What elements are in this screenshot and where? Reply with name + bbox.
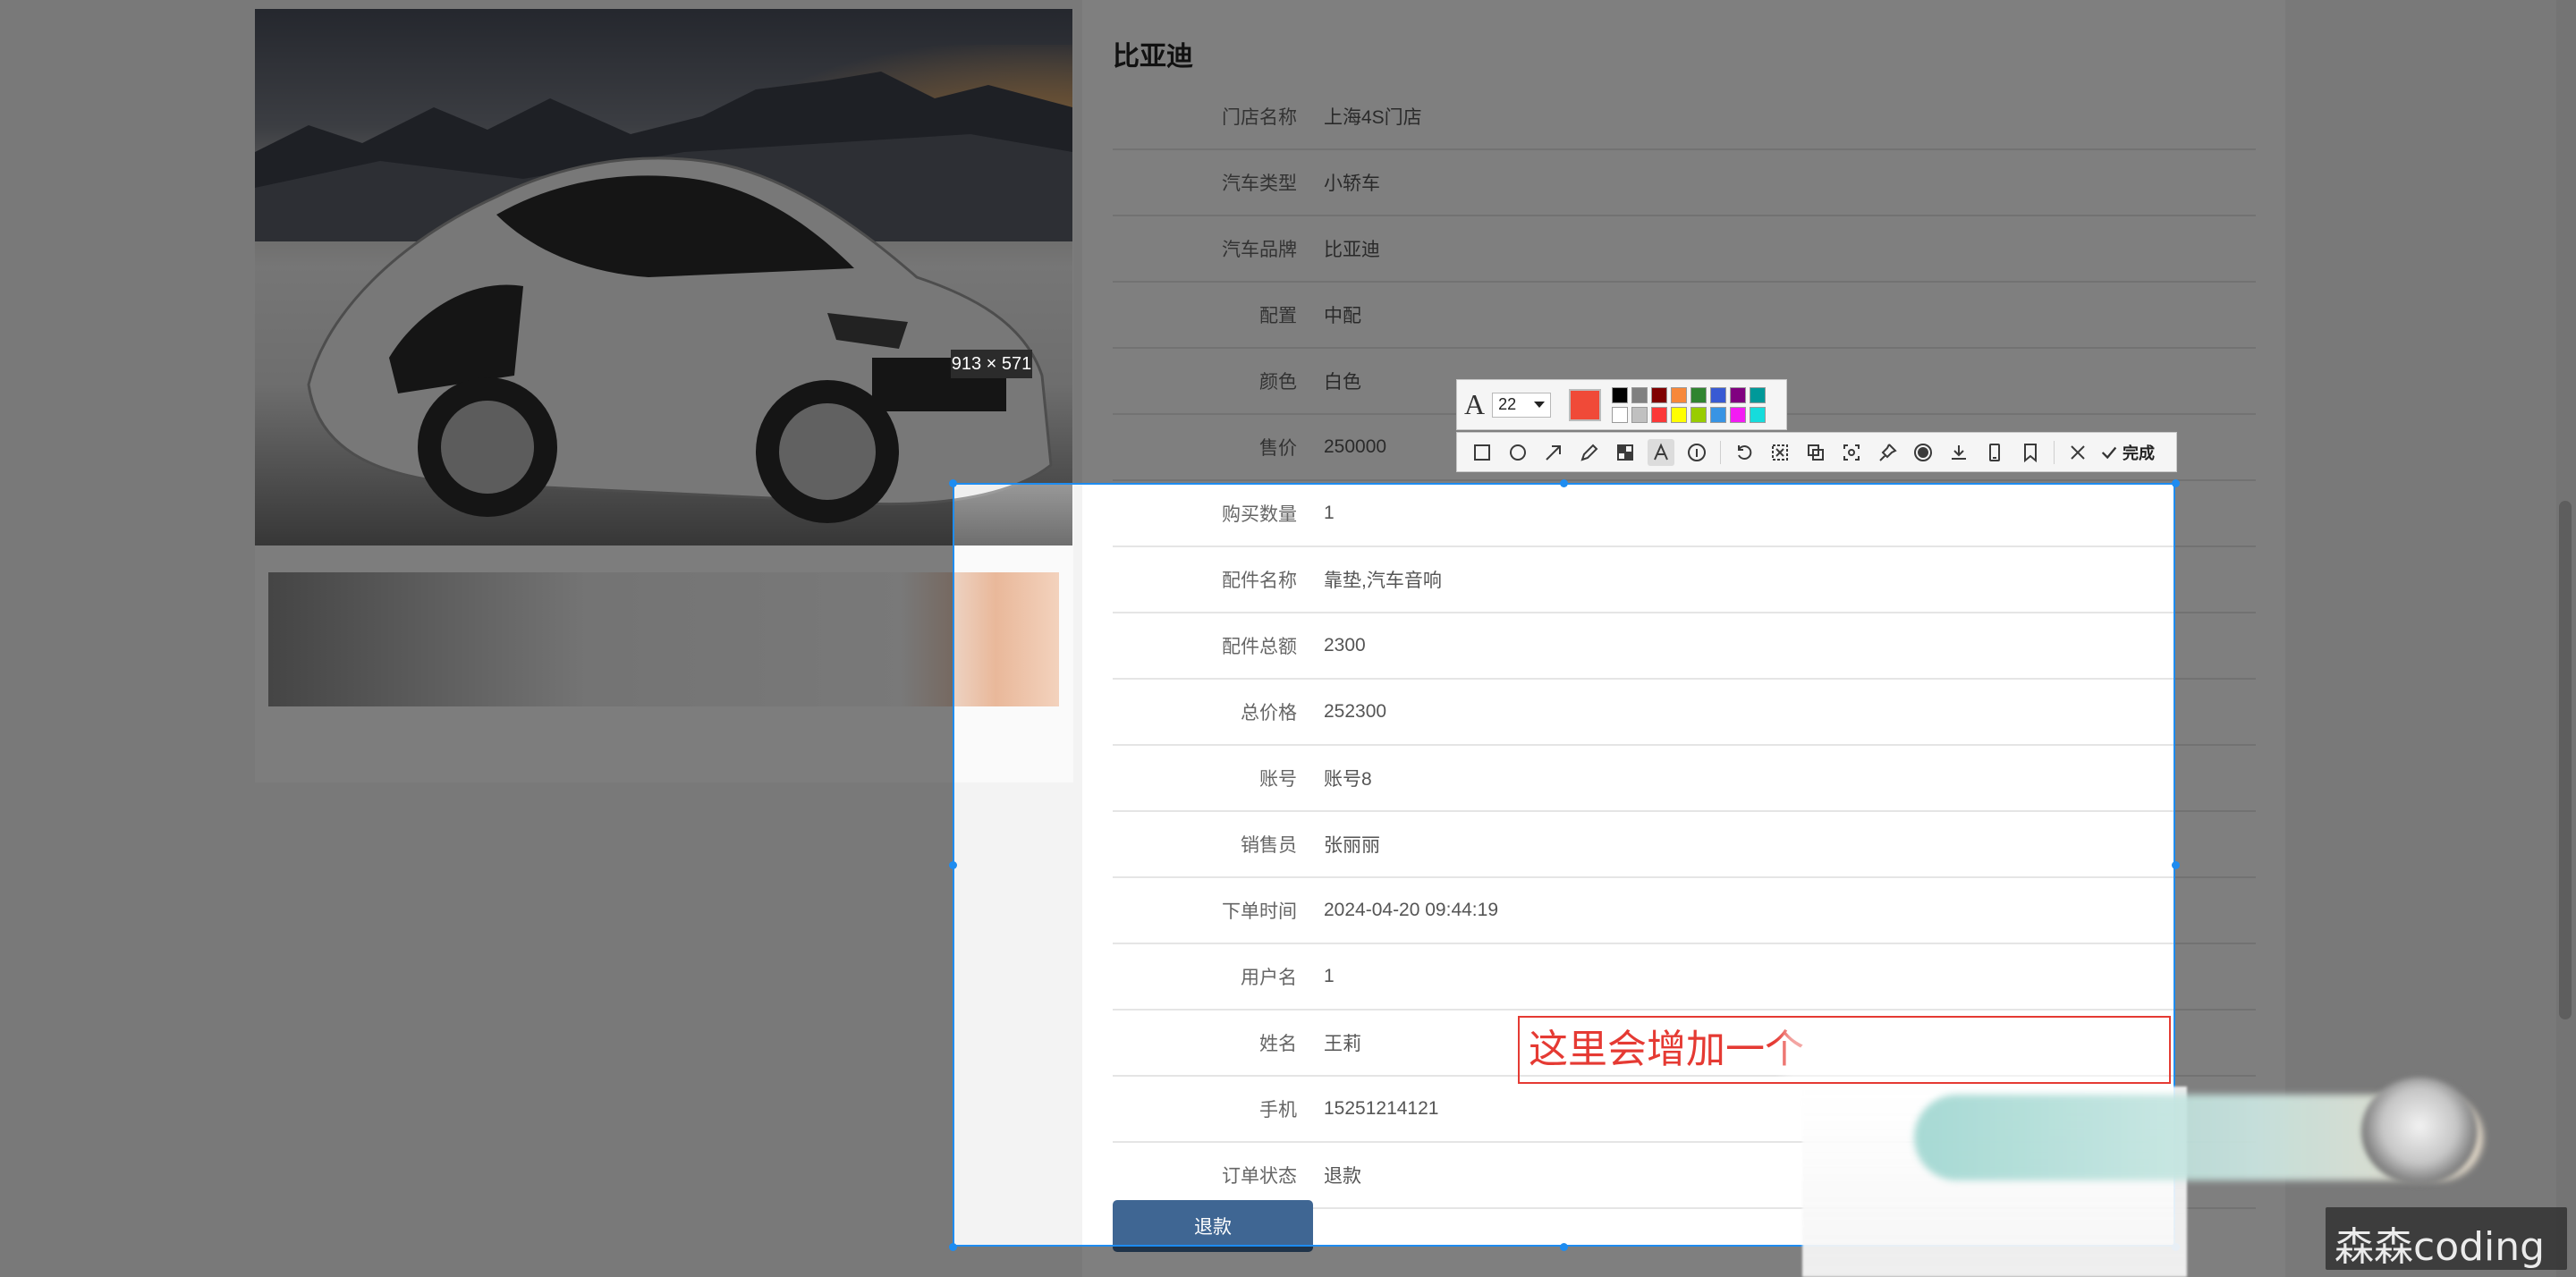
color-swatch[interactable]: [1651, 386, 1668, 403]
color-swatch[interactable]: [1730, 386, 1747, 403]
color-swatch[interactable]: [1750, 406, 1767, 423]
watermark-text: 森森coding: [2334, 1224, 2546, 1270]
color-swatch[interactable]: [1631, 406, 1648, 423]
color-swatch[interactable]: [1651, 406, 1668, 423]
current-color-swatch[interactable]: [1569, 388, 1602, 421]
close-icon[interactable]: [2064, 439, 2091, 466]
copy-icon[interactable]: [1802, 439, 1829, 466]
mascot-avatar: [2361, 1078, 2478, 1185]
color-swatch[interactable]: [1690, 386, 1707, 403]
font-size-value: 22: [1498, 395, 1517, 413]
done-button[interactable]: 完成: [2096, 441, 2158, 464]
number-icon[interactable]: [1683, 439, 1710, 466]
color-swatch[interactable]: [1710, 406, 1727, 423]
color-swatch[interactable]: [1671, 406, 1688, 423]
text-icon[interactable]: [1648, 438, 1674, 466]
resize-handle-sw[interactable]: [949, 1243, 957, 1251]
capture-dim-top: [0, 0, 2576, 483]
capture-dim-left: [0, 483, 953, 1247]
resize-handle-nw[interactable]: [949, 479, 957, 487]
watermark: 森森coding: [2326, 1207, 2567, 1270]
color-swatch[interactable]: [1671, 386, 1688, 403]
undo-icon[interactable]: [1731, 439, 1758, 466]
resize-handle-n[interactable]: [1560, 479, 1568, 487]
chevron-down-icon: [1534, 402, 1546, 408]
bookmark-icon[interactable]: [2017, 439, 2044, 466]
color-swatch[interactable]: [1631, 386, 1648, 403]
check-icon: [2101, 446, 2117, 459]
pin-icon[interactable]: [1874, 439, 1901, 466]
font-icon: A: [1464, 388, 1486, 420]
resize-handle-e[interactable]: [2172, 861, 2180, 869]
text-style-toolbar: A 22: [1456, 379, 1787, 430]
ellipse-icon[interactable]: [1504, 439, 1531, 466]
color-swatch[interactable]: [1612, 386, 1629, 403]
color-swatch[interactable]: [1750, 386, 1767, 403]
color-swatch[interactable]: [1730, 406, 1747, 423]
capture-toolbar: 完成: [1456, 432, 2177, 472]
cut-icon[interactable]: [1767, 439, 1793, 466]
pin-screen-icon[interactable]: [1838, 439, 1865, 466]
phone-icon[interactable]: [1981, 439, 2008, 466]
rectangle-icon[interactable]: [1469, 439, 1496, 466]
capture-dim-bottom: [0, 1247, 2576, 1277]
selection-size-label: 913 × 571: [951, 350, 1032, 378]
download-icon[interactable]: [1945, 439, 1972, 466]
arrow-icon[interactable]: [1540, 439, 1567, 466]
pen-icon[interactable]: [1576, 439, 1603, 466]
done-label: 完成: [2123, 444, 2155, 462]
record-icon[interactable]: [1910, 439, 1936, 466]
mosaic-icon[interactable]: [1612, 439, 1639, 466]
color-swatch[interactable]: [1612, 406, 1629, 423]
annotation-text: 这里会增加一个: [1529, 1028, 1804, 1071]
resize-handle-ne[interactable]: [2172, 479, 2180, 487]
font-size-select[interactable]: 22: [1492, 392, 1552, 418]
resize-handle-w[interactable]: [949, 861, 957, 869]
color-palette: [1612, 386, 1767, 423]
resize-handle-s[interactable]: [1560, 1243, 1568, 1251]
color-swatch[interactable]: [1710, 386, 1727, 403]
annotation-text-box[interactable]: 这里会增加一个: [1518, 1016, 2171, 1084]
color-swatch[interactable]: [1690, 406, 1707, 423]
